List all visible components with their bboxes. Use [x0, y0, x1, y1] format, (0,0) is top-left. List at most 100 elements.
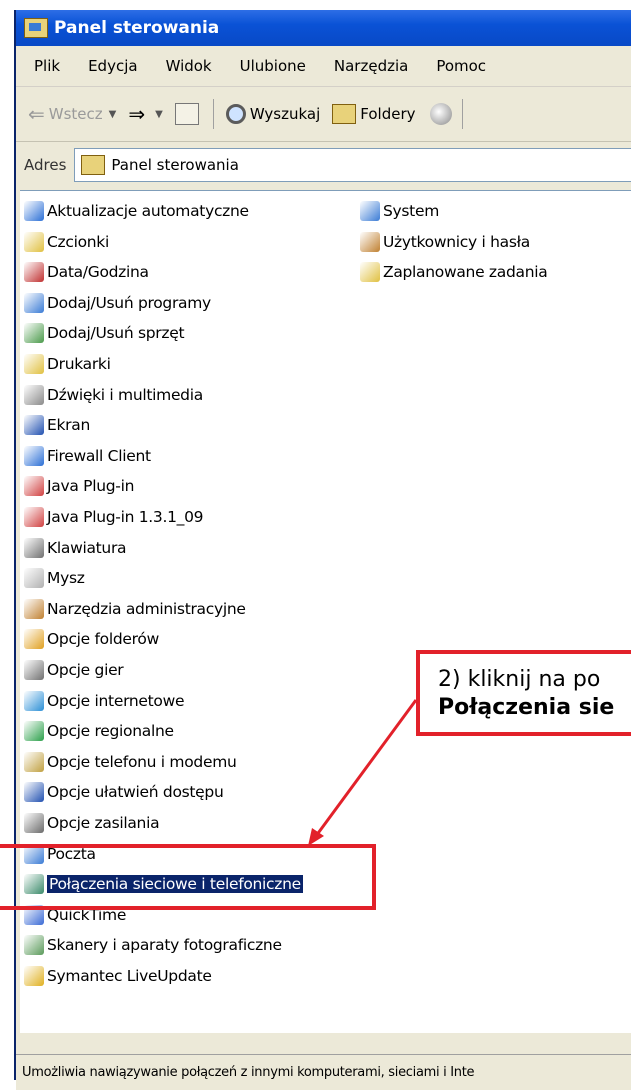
status-text: Umożliwia nawiązywanie połączeń z innymi… — [22, 1065, 475, 1080]
list-item[interactable]: Firewall Client — [24, 442, 151, 470]
list-item-label: Opcje telefonu i modemu — [47, 752, 237, 771]
toolbar-separator — [461, 99, 463, 129]
list-item[interactable]: Opcje telefonu i modemu — [24, 748, 237, 776]
power-icon — [24, 813, 44, 833]
phone-icon — [24, 751, 44, 772]
list-item[interactable]: Użytkownicy i hasła — [360, 228, 530, 256]
mouse-icon — [24, 568, 44, 589]
back-arrow-icon: ⇐ — [28, 102, 45, 126]
forward-button[interactable]: ⇒ ▼ — [128, 102, 162, 126]
regional-globe-icon — [24, 721, 44, 742]
list-item[interactable]: Drukarki — [24, 350, 111, 378]
menu-view[interactable]: Widok — [166, 57, 212, 75]
list-item-label: Opcje internetowe — [47, 691, 185, 710]
liveupdate-icon — [24, 966, 44, 986]
list-item[interactable]: Zaplanowane zadania — [360, 258, 548, 286]
list-item[interactable]: Opcje zasilania — [24, 809, 160, 837]
list-item[interactable]: Czcionki — [24, 228, 109, 256]
list-item-label: Data/Godzina — [47, 263, 149, 282]
list-item[interactable]: Dodaj/Usuń programy — [24, 289, 211, 317]
firewall-icon — [24, 445, 44, 466]
auto-update-icon — [24, 201, 44, 221]
up-folder-button[interactable] — [174, 103, 203, 125]
list-item-label: Opcje ułatwień dostępu — [47, 783, 224, 802]
list-item[interactable]: Ekran — [24, 411, 90, 439]
list-item[interactable]: Opcje folderów — [24, 625, 159, 653]
list-item[interactable]: Narzędzia administracyjne — [24, 595, 246, 623]
scheduled-tasks-icon — [360, 262, 380, 283]
list-item[interactable]: Java Plug-in 1.3.1_09 — [24, 503, 204, 531]
back-button[interactable]: ⇐ Wstecz ▼ — [28, 102, 116, 126]
menu-favorites[interactable]: Ulubione — [240, 57, 306, 75]
title-bar: Panel sterowania — [16, 10, 631, 46]
folders-button[interactable]: Foldery — [332, 104, 416, 124]
menu-tools[interactable]: Narzędzia — [334, 57, 408, 75]
menu-file[interactable]: Plik — [34, 57, 60, 75]
list-item[interactable]: System — [360, 197, 439, 225]
menu-help[interactable]: Pomoc — [436, 57, 486, 75]
forward-arrow-icon: ⇒ — [128, 102, 146, 126]
list-item-label: Dodaj/Usuń sprzęt — [47, 324, 185, 343]
chevron-down-icon: ▼ — [155, 108, 163, 120]
list-item[interactable]: Opcje regionalne — [24, 717, 174, 745]
list-item-label: Skanery i aparaty fotograficzne — [47, 936, 282, 955]
list-item[interactable]: Data/Godzina — [24, 258, 149, 286]
list-item[interactable]: Opcje internetowe — [24, 687, 185, 715]
list-item-label: Opcje regionalne — [47, 722, 174, 741]
control-panel-icon — [24, 18, 48, 38]
list-item-label: Symantec LiveUpdate — [47, 967, 212, 985]
list-item[interactable]: Java Plug-in — [24, 472, 134, 500]
callout-line-2: Połączenia sie — [438, 695, 615, 720]
java-icon — [24, 476, 44, 497]
address-label: Adres — [24, 156, 67, 174]
list-item[interactable]: Opcje gier — [24, 656, 124, 684]
control-panel-window: Panel sterowania Plik Edycja Widok Ulubi… — [14, 10, 631, 1090]
toolbar: ⇐ Wstecz ▼ ⇒ ▼ Wyszukaj Foldery — [16, 87, 631, 142]
list-item-label: Użytkownicy i hasła — [383, 232, 530, 251]
list-item[interactable]: Klawiatura — [24, 534, 127, 562]
list-item-label: Mysz — [47, 569, 85, 588]
search-label: Wyszukaj — [249, 105, 321, 123]
list-item-label: Opcje gier — [47, 661, 124, 679]
list-item[interactable]: Dźwięki i multimedia — [24, 381, 203, 409]
list-item[interactable]: Skanery i aparaty fotograficzne — [24, 931, 282, 959]
printer-icon — [24, 354, 44, 374]
folder-up-icon — [174, 103, 199, 125]
list-item[interactable]: Symantec LiveUpdate — [24, 962, 212, 990]
window-title: Panel sterowania — [54, 18, 220, 38]
fonts-icon — [24, 231, 44, 252]
hardware-icon — [24, 323, 44, 344]
list-item-label: Czcionki — [47, 232, 109, 251]
menu-bar: Plik Edycja Widok Ulubione Narzędzia Pom… — [16, 46, 631, 87]
list-item-label: System — [383, 202, 439, 220]
list-item-label: Java Plug-in — [47, 477, 135, 496]
list-item[interactable]: Mysz — [24, 564, 85, 592]
toolbar-separator — [212, 99, 214, 129]
list-item[interactable]: Aktualizacje automatyczne — [24, 197, 249, 225]
list-item-label: Aktualizacje automatyczne — [47, 202, 249, 220]
java-icon — [24, 507, 44, 527]
users-icon — [360, 231, 380, 252]
selection-highlight-box — [0, 844, 376, 910]
list-item-label: Opcje zasilania — [47, 814, 160, 832]
back-label: Wstecz — [48, 105, 103, 123]
list-item-label: Java Plug-in 1.3.1_09 — [47, 508, 204, 526]
internet-globe-icon — [24, 690, 44, 711]
computer-icon — [360, 201, 380, 221]
history-icon[interactable] — [429, 103, 452, 125]
callout-line-1: 2) kliknij na po — [438, 667, 601, 692]
programs-icon — [24, 292, 44, 313]
list-item-label: Ekran — [47, 416, 90, 435]
list-item-label: Drukarki — [47, 355, 111, 373]
list-item-label: Zaplanowane zadania — [383, 263, 548, 282]
search-button[interactable]: Wyszukaj — [225, 104, 321, 124]
list-item[interactable]: Dodaj/Usuń sprzęt — [24, 319, 185, 347]
address-bar: Adres Panel sterowania — [16, 142, 631, 188]
menu-edit[interactable]: Edycja — [88, 57, 137, 75]
folders-icon — [332, 104, 357, 124]
instruction-callout: 2) kliknij na po Połączenia sie — [416, 650, 631, 736]
scanner-icon — [24, 935, 44, 956]
address-field[interactable]: Panel sterowania — [74, 148, 631, 182]
list-item[interactable]: Opcje ułatwień dostępu — [24, 778, 224, 806]
display-icon — [24, 415, 44, 436]
